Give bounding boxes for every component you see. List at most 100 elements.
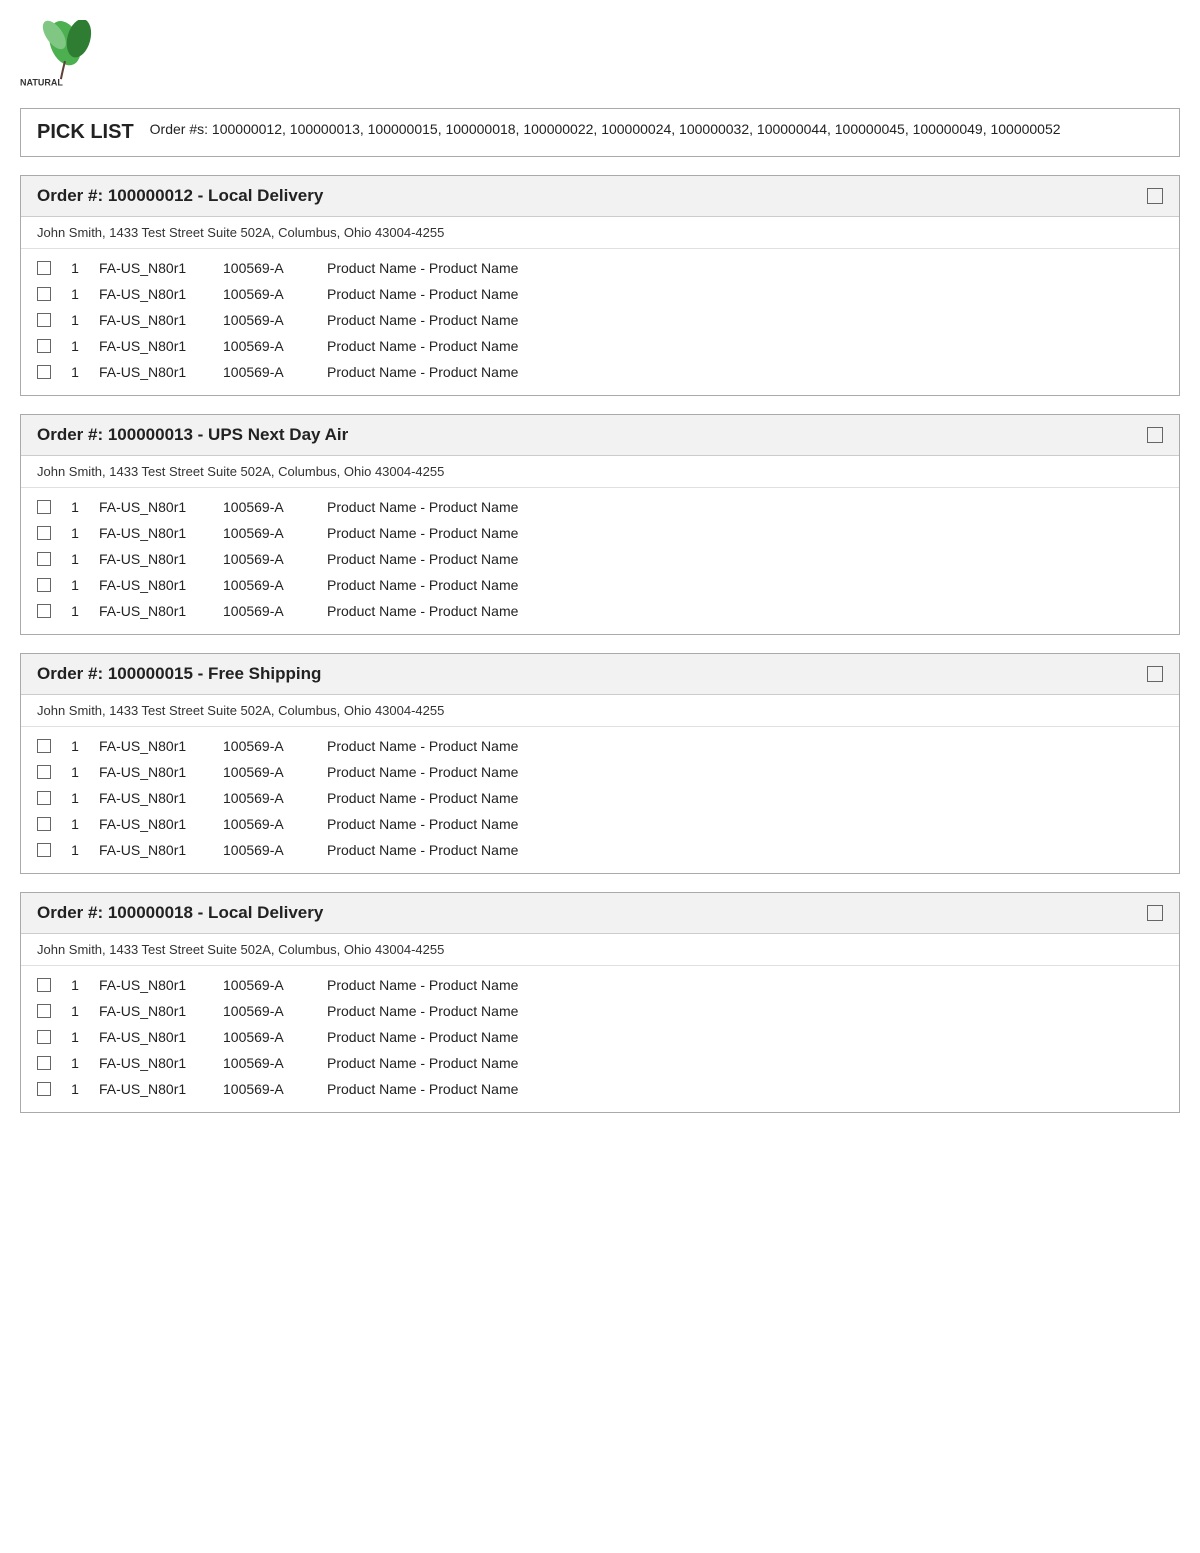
item-checkbox[interactable]	[37, 578, 51, 592]
item-checkbox[interactable]	[37, 1056, 51, 1070]
item-qty: 1	[65, 338, 85, 354]
item-sku: FA-US_N80r1	[99, 577, 209, 593]
order-item-row: 1FA-US_N80r1100569-AProduct Name - Produ…	[37, 598, 1163, 624]
item-sku: FA-US_N80r1	[99, 764, 209, 780]
item-name: Product Name - Product Name	[327, 338, 1163, 354]
order-item-row: 1FA-US_N80r1100569-AProduct Name - Produ…	[37, 998, 1163, 1024]
order-address: John Smith, 1433 Test Street Suite 502A,…	[21, 934, 1179, 966]
orders-label: Order #s:	[150, 121, 208, 137]
item-sku: FA-US_N80r1	[99, 525, 209, 541]
order-complete-checkbox[interactable]	[1147, 905, 1163, 921]
orders-container: Order #: 100000012 - Local DeliveryJohn …	[20, 175, 1180, 1113]
item-checkbox[interactable]	[37, 1004, 51, 1018]
item-code: 100569-A	[223, 1003, 313, 1019]
item-checkbox[interactable]	[37, 1030, 51, 1044]
item-name: Product Name - Product Name	[327, 312, 1163, 328]
item-sku: FA-US_N80r1	[99, 790, 209, 806]
item-sku: FA-US_N80r1	[99, 738, 209, 754]
item-sku: FA-US_N80r1	[99, 364, 209, 380]
item-checkbox[interactable]	[37, 526, 51, 540]
item-name: Product Name - Product Name	[327, 738, 1163, 754]
item-code: 100569-A	[223, 551, 313, 567]
item-checkbox[interactable]	[37, 817, 51, 831]
item-checkbox[interactable]	[37, 765, 51, 779]
item-name: Product Name - Product Name	[327, 977, 1163, 993]
item-sku: FA-US_N80r1	[99, 499, 209, 515]
order-item-row: 1FA-US_N80r1100569-AProduct Name - Produ…	[37, 785, 1163, 811]
item-checkbox[interactable]	[37, 739, 51, 753]
order-title: Order #: 100000015 - Free Shipping	[37, 664, 321, 684]
order-item-row: 1FA-US_N80r1100569-AProduct Name - Produ…	[37, 811, 1163, 837]
item-checkbox[interactable]	[37, 1082, 51, 1096]
order-block-order-100000012: Order #: 100000012 - Local DeliveryJohn …	[20, 175, 1180, 396]
item-qty: 1	[65, 1081, 85, 1097]
item-sku: FA-US_N80r1	[99, 338, 209, 354]
item-code: 100569-A	[223, 790, 313, 806]
item-name: Product Name - Product Name	[327, 364, 1163, 380]
item-checkbox[interactable]	[37, 604, 51, 618]
order-title: Order #: 100000018 - Local Delivery	[37, 903, 323, 923]
item-checkbox[interactable]	[37, 791, 51, 805]
order-complete-checkbox[interactable]	[1147, 188, 1163, 204]
item-checkbox[interactable]	[37, 339, 51, 353]
item-sku: FA-US_N80r1	[99, 1003, 209, 1019]
order-items: 1 FA-US_N80r1 100569-A Product Name - Produ…	[21, 249, 1179, 395]
item-sku: FA-US_N80r1	[99, 1081, 209, 1097]
item-sku: FA-US_N80r1	[99, 1029, 209, 1045]
item-name: Product Name - Product Name	[327, 1003, 1163, 1019]
item-qty: 1	[65, 312, 85, 328]
picklist-header: PICK LIST Order #s: 100000012, 100000013…	[20, 108, 1180, 157]
item-qty: 1	[65, 603, 85, 619]
item-code: 100569-A	[223, 525, 313, 541]
item-qty: 1	[65, 1029, 85, 1045]
item-checkbox[interactable]	[37, 365, 51, 379]
order-item-row: 1FA-US_N80r1100569-AProduct Name - Produ…	[37, 572, 1163, 598]
item-checkbox[interactable]	[37, 261, 51, 275]
item-name: Product Name - Product Name	[327, 525, 1163, 541]
order-item-row: 1 FA-US_N80r1 100569-A Product Name - Produ…	[37, 333, 1163, 359]
item-qty: 1	[65, 1055, 85, 1071]
item-checkbox[interactable]	[37, 978, 51, 992]
order-complete-checkbox[interactable]	[1147, 666, 1163, 682]
item-checkbox[interactable]	[37, 500, 51, 514]
order-items: 1 FA-US_N80r1 100569-A Product Name - Produ…	[21, 966, 1179, 1112]
svg-text:ESSENTIALS: ESSENTIALS	[20, 89, 65, 90]
item-sku: FA-US_N80r1	[99, 842, 209, 858]
order-item-row: 1FA-US_N80r1100569-AProduct Name - Produ…	[37, 520, 1163, 546]
item-name: Product Name - Product Name	[327, 603, 1163, 619]
item-qty: 1	[65, 499, 85, 515]
item-code: 100569-A	[223, 338, 313, 354]
item-code: 100569-A	[223, 499, 313, 515]
item-code: 100569-A	[223, 260, 313, 276]
item-sku: FA-US_N80r1	[99, 260, 209, 276]
item-sku: FA-US_N80r1	[99, 816, 209, 832]
item-qty: 1	[65, 551, 85, 567]
item-name: Product Name - Product Name	[327, 816, 1163, 832]
item-checkbox[interactable]	[37, 843, 51, 857]
order-items: 1FA-US_N80r1100569-AProduct Name - Produ…	[21, 727, 1179, 873]
order-address: John Smith, 1433 Test Street Suite 502A,…	[21, 456, 1179, 488]
order-header-order-100000018: Order #: 100000018 - Local Delivery	[21, 893, 1179, 934]
item-checkbox[interactable]	[37, 287, 51, 301]
item-name: Product Name - Product Name	[327, 764, 1163, 780]
item-qty: 1	[65, 977, 85, 993]
item-name: Product Name - Product Name	[327, 1081, 1163, 1097]
order-address: John Smith, 1433 Test Street Suite 502A,…	[21, 695, 1179, 727]
item-code: 100569-A	[223, 816, 313, 832]
order-header-order-100000012: Order #: 100000012 - Local Delivery	[21, 176, 1179, 217]
item-code: 100569-A	[223, 738, 313, 754]
item-code: 100569-A	[223, 977, 313, 993]
order-item-row: 1FA-US_N80r1100569-AProduct Name - Produ…	[37, 307, 1163, 333]
order-address: John Smith, 1433 Test Street Suite 502A,…	[21, 217, 1179, 249]
item-code: 100569-A	[223, 364, 313, 380]
item-name: Product Name - Product Name	[327, 1055, 1163, 1071]
item-code: 100569-A	[223, 312, 313, 328]
item-checkbox[interactable]	[37, 313, 51, 327]
order-item-row: 1FA-US_N80r1100569-AProduct Name - Produ…	[37, 733, 1163, 759]
item-sku: FA-US_N80r1	[99, 1055, 209, 1071]
order-item-row: 1FA-US_N80r1100569-AProduct Name - Produ…	[37, 759, 1163, 785]
order-complete-checkbox[interactable]	[1147, 427, 1163, 443]
picklist-title: PICK LIST	[37, 121, 134, 144]
item-checkbox[interactable]	[37, 552, 51, 566]
order-item-row: 1FA-US_N80r1100569-AProduct Name - Produ…	[37, 1076, 1163, 1102]
